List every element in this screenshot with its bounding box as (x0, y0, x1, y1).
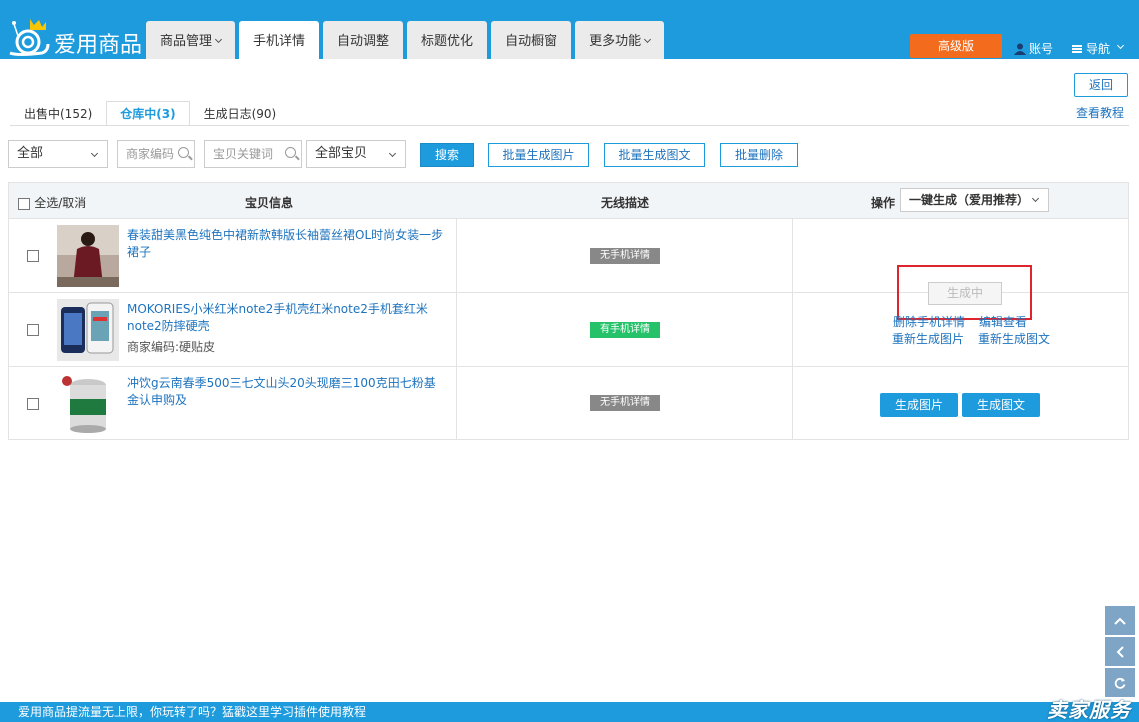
user-icon (1014, 43, 1026, 55)
merchant-code-input[interactable]: 商家编码 (117, 140, 195, 168)
tab-auto-adjust[interactable]: 自动调整 (323, 21, 404, 59)
one-click-generate-select[interactable]: 一键生成（爱用推荐） (900, 188, 1049, 212)
footer-tutorial-link[interactable]: 爱用商品提流量无上限，你玩转了吗？猛戳这里学习插件使用教程 (18, 705, 366, 719)
top-bar: 爱用商品 商品管理 手机详情 自动调整 标题优化 自动橱窗 更多功能 高级版 账… (0, 0, 1139, 59)
refresh-button[interactable] (1105, 668, 1135, 697)
merchant-code: 商家编码:硬贴皮 (127, 340, 216, 354)
status-badge: 无手机详情 (590, 395, 660, 411)
collapse-button[interactable] (1105, 637, 1135, 666)
product-title-link[interactable]: 春装甜美黑色纯色中裙新款韩版长袖蕾丝裙OL时尚女装一步裙子 (127, 227, 447, 261)
product-image[interactable] (57, 225, 119, 287)
divider (10, 125, 1129, 126)
account-link[interactable]: 账号 (1014, 40, 1053, 57)
main-nav: 商品管理 手机详情 自动调整 标题优化 自动橱窗 更多功能 (146, 21, 668, 59)
row-checkbox[interactable] (27, 250, 39, 262)
header-item-info: 宝贝信息 (245, 196, 294, 210)
row-checkbox[interactable] (27, 324, 39, 336)
header-operations: 操作 (871, 196, 896, 210)
tab-title-optimize[interactable]: 标题优化 (407, 21, 488, 59)
table-header: 全选/取消 宝贝信息 无线描述 操作 一键生成（爱用推荐） (9, 183, 1128, 219)
edit-view-link[interactable]: 编辑查看 (979, 313, 1027, 330)
search-button[interactable]: 搜索 (420, 143, 474, 167)
header-mobile-desc: 无线描述 (601, 196, 650, 210)
scroll-top-button[interactable] (1105, 606, 1135, 635)
delete-mobile-details-link[interactable]: 删除手机详情 (893, 313, 965, 330)
product-title-link[interactable]: 冲饮g云南春季500三七文山头20头现磨三100克田七粉基金认申购及 (127, 375, 447, 409)
search-icon[interactable] (178, 147, 189, 158)
snail-logo-icon (9, 19, 50, 56)
tutorial-link[interactable]: 查看教程 (1076, 104, 1124, 121)
tab-product-management[interactable]: 商品管理 (146, 21, 236, 59)
table-row: MOKORIES小米红米note2手机壳红米note2手机套红米note2防摔硬… (9, 293, 1128, 367)
table-row: 冲饮g云南春季500三七文山头20头现磨三100克田七粉基金认申购及 无手机详情… (9, 367, 1128, 440)
tab-auto-showcase[interactable]: 自动橱窗 (491, 21, 572, 59)
table-row: 春装甜美黑色纯色中裙新款韩版长袖蕾丝裙OL时尚女装一步裙子 无手机详情 生成中 (9, 219, 1128, 320)
chevron-down-icon (1116, 41, 1125, 50)
nav-menu[interactable]: 导航 (1072, 40, 1125, 57)
subtab-on-sale[interactable]: 出售中(152) (10, 101, 106, 125)
batch-delete-button[interactable]: 批量删除 (720, 143, 798, 167)
chevron-left-icon (1116, 645, 1124, 658)
generate-text-button[interactable]: 生成图文 (962, 393, 1040, 417)
account-label: 账号 (1029, 42, 1054, 56)
product-image[interactable] (57, 299, 119, 361)
back-button[interactable]: 返回 (1074, 73, 1128, 97)
chevron-down-icon (214, 35, 223, 44)
items-table: 全选/取消 宝贝信息 无线描述 操作 一键生成（爱用推荐） 春装甜美黑色纯色中裙… (8, 182, 1129, 440)
subtab-warehouse[interactable]: 仓库中(3) (106, 101, 190, 125)
chevron-down-icon (388, 149, 397, 158)
regenerate-images-link[interactable]: 重新生成图片 (892, 330, 964, 347)
regenerate-text-link[interactable]: 重新生成图文 (978, 330, 1050, 347)
category-select[interactable]: 全部 (8, 140, 108, 168)
refresh-icon (1114, 677, 1126, 689)
chevron-down-icon (90, 149, 99, 158)
chevron-up-icon (1114, 617, 1126, 625)
item-scope-select[interactable]: 全部宝贝 (306, 140, 406, 168)
seller-service-logo: 卖家服务 (1047, 698, 1131, 722)
product-title-link[interactable]: MOKORIES小米红米note2手机壳红米note2手机套红米note2防摔硬… (127, 301, 447, 335)
status-badge: 无手机详情 (590, 248, 660, 264)
menu-icon (1072, 44, 1082, 53)
batch-generate-text-button[interactable]: 批量生成图文 (604, 143, 705, 167)
batch-generate-images-button[interactable]: 批量生成图片 (488, 143, 589, 167)
row-checkbox[interactable] (27, 398, 39, 410)
select-all-checkbox[interactable] (18, 197, 30, 210)
search-icon[interactable] (285, 147, 296, 158)
select-all[interactable]: 全选/取消 (18, 183, 86, 219)
subtab-generation-log[interactable]: 生成日志(90) (190, 101, 291, 125)
logo-text: 爱用商品 (54, 33, 143, 58)
sub-tabs: 出售中(152) 仓库中(3) 生成日志(90) (10, 101, 290, 125)
nav-menu-label: 导航 (1086, 42, 1111, 56)
tab-more-features[interactable]: 更多功能 (575, 21, 665, 59)
chevron-down-icon (1031, 194, 1040, 203)
generate-images-button[interactable]: 生成图片 (880, 393, 958, 417)
status-badge: 有手机详情 (590, 322, 660, 338)
tab-mobile-details[interactable]: 手机详情 (239, 21, 320, 59)
premium-button[interactable]: 高级版 (910, 34, 1002, 58)
product-image[interactable] (57, 373, 119, 435)
logo[interactable]: 爱用商品 (4, 10, 144, 58)
footer-bar: 爱用商品提流量无上限，你玩转了吗？猛戳这里学习插件使用教程 卖家服务 (0, 698, 1139, 722)
keyword-input[interactable]: 宝贝关键词 (204, 140, 302, 168)
chevron-down-icon (644, 35, 652, 44)
